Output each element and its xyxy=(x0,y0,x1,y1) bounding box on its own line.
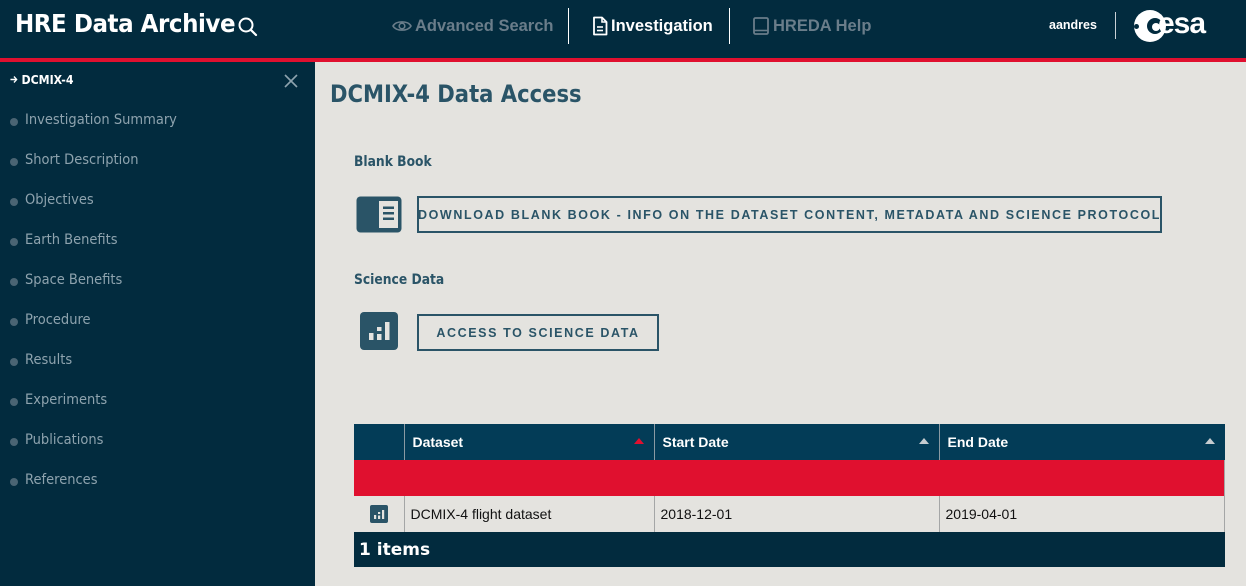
table-header-row: Dataset Start Date End Date xyxy=(354,424,1225,460)
table-footer: 1 items xyxy=(354,532,1225,567)
nav-divider xyxy=(568,8,569,44)
document-icon xyxy=(593,16,608,36)
column-header-end-date[interactable]: End Date xyxy=(939,424,1225,460)
sidebar-item-earth-benefits[interactable]: Earth Benefits xyxy=(0,232,315,272)
sidebar-item-experiments[interactable]: Experiments xyxy=(0,392,315,432)
table-row[interactable]: DCMIX-4 flight dataset 2018-12-01 2019-0… xyxy=(354,496,1225,532)
sidebar-item-investigation-summary[interactable]: Investigation Summary xyxy=(0,112,315,152)
main-content: DCMIX-4 Data Access Blank Book DOWNLOAD … xyxy=(315,62,1246,586)
column-header-label: Dataset xyxy=(412,434,464,450)
sidebar-item-publications[interactable]: Publications xyxy=(0,432,315,472)
user-divider xyxy=(1115,12,1116,39)
sidebar-item-label: Earth Benefits xyxy=(25,232,118,248)
blank-book-heading: Blank Book xyxy=(354,154,432,170)
bullet-icon xyxy=(10,438,18,446)
page-title: DCMIX-4 Data Access xyxy=(330,80,582,108)
eye-icon xyxy=(392,21,412,31)
search-icon[interactable] xyxy=(237,16,259,38)
bullet-icon xyxy=(10,318,18,326)
sidebar-item-procedure[interactable]: Procedure xyxy=(0,312,315,352)
sidebar-item-space-benefits[interactable]: Space Benefits xyxy=(0,272,315,312)
datasets-table: Dataset Start Date End Date DCMIX-4 flig… xyxy=(354,424,1225,567)
sidebar-item-objectives[interactable]: Objectives xyxy=(0,192,315,232)
username[interactable]: aandres xyxy=(1049,18,1097,32)
sidebar-title-label: DCMIX-4 xyxy=(21,72,74,87)
close-icon[interactable] xyxy=(283,73,299,89)
sidebar-item-references[interactable]: References xyxy=(0,472,315,512)
sort-ascending-icon[interactable] xyxy=(918,438,929,444)
app-title[interactable]: HRE Data Archive xyxy=(15,9,236,38)
bullet-icon xyxy=(10,358,18,366)
bullet-icon xyxy=(10,478,18,486)
bullet-icon xyxy=(10,278,18,286)
sidebar: DCMIX-4 Investigation Summary Short Desc… xyxy=(0,62,315,586)
arrow-right-icon xyxy=(10,75,18,84)
cell-end-date: 2019-04-01 xyxy=(939,496,1225,532)
esa-logo-text: esa xyxy=(1158,7,1206,40)
nav-investigation-label: Investigation xyxy=(611,16,713,35)
sidebar-item-short-description[interactable]: Short Description xyxy=(0,152,315,192)
top-bar: HRE Data Archive Advanced Search Investi… xyxy=(0,0,1246,58)
sidebar-item-label: Short Description xyxy=(25,152,139,168)
blank-book-icon xyxy=(356,196,402,233)
bullet-icon xyxy=(10,158,18,166)
column-header-label: End Date xyxy=(947,434,1009,450)
sidebar-item-label: Procedure xyxy=(25,312,91,328)
access-science-data-button[interactable]: ACCESS TO SCIENCE DATA xyxy=(417,314,659,351)
esa-logo[interactable]: esa xyxy=(1134,9,1226,43)
nav-advanced-search-label: Advanced Search xyxy=(415,16,554,35)
nav-divider xyxy=(729,8,730,44)
sidebar-item-label: Investigation Summary xyxy=(25,112,177,128)
sidebar-title[interactable]: DCMIX-4 xyxy=(10,72,73,87)
sidebar-nav-list: Investigation Summary Short Description … xyxy=(0,112,315,512)
sidebar-item-label: Experiments xyxy=(25,392,108,408)
nav-advanced-search[interactable]: Advanced Search xyxy=(392,14,553,38)
sidebar-item-label: Space Benefits xyxy=(25,272,123,288)
science-data-heading: Science Data xyxy=(354,272,445,288)
nav-hreda-help[interactable]: HREDA Help xyxy=(752,14,871,38)
nav-investigation[interactable]: Investigation xyxy=(592,14,713,38)
bullet-icon xyxy=(10,198,18,206)
sidebar-item-label: Results xyxy=(25,352,73,368)
bullet-icon xyxy=(10,238,18,246)
sidebar-item-label: Objectives xyxy=(25,192,94,208)
book-icon xyxy=(753,17,769,35)
bullet-icon xyxy=(10,398,18,406)
download-blank-book-button[interactable]: DOWNLOAD BLANK BOOK - INFO ON THE DATASE… xyxy=(417,196,1162,233)
column-header-label: Start Date xyxy=(662,434,729,450)
sort-ascending-icon[interactable] xyxy=(633,438,644,444)
cell-dataset: DCMIX-4 flight dataset xyxy=(404,496,655,532)
table-header-accent xyxy=(354,460,1225,496)
bar-chart-icon[interactable] xyxy=(369,505,388,524)
sidebar-item-label: Publications xyxy=(25,432,104,448)
bar-chart-icon xyxy=(360,312,398,350)
item-count: 1 items xyxy=(359,539,431,560)
sidebar-item-results[interactable]: Results xyxy=(0,352,315,392)
nav-hreda-help-label: HREDA Help xyxy=(773,16,872,35)
bullet-icon xyxy=(10,118,18,126)
column-header-dataset[interactable]: Dataset xyxy=(404,424,655,460)
column-header-icon xyxy=(354,424,405,460)
column-header-start-date[interactable]: Start Date xyxy=(654,424,940,460)
cell-start-date: 2018-12-01 xyxy=(654,496,940,532)
sidebar-item-label: References xyxy=(25,472,98,488)
row-icon-cell xyxy=(354,496,405,532)
sort-ascending-icon[interactable] xyxy=(1204,438,1215,444)
